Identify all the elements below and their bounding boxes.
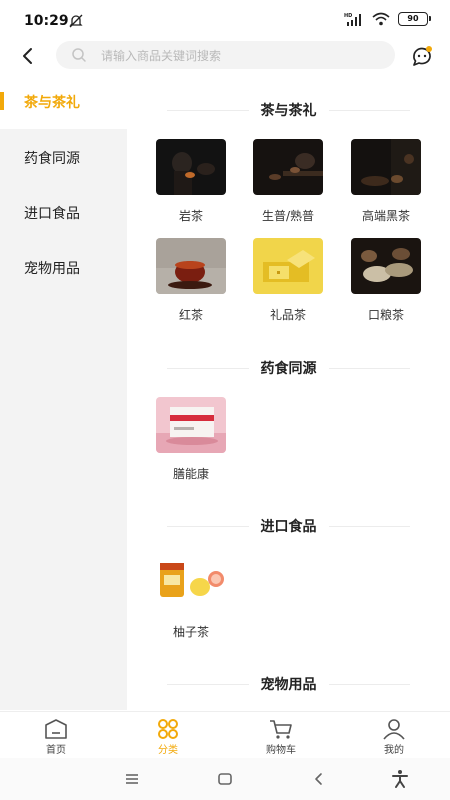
- section-title-herbal: 药食同源: [167, 356, 410, 380]
- battery-level: 90: [407, 14, 419, 23]
- category-item-label: 岩茶: [178, 209, 203, 223]
- section-title-text: 宠物用品: [260, 677, 317, 693]
- accessibility-icon[interactable]: [389, 768, 411, 790]
- home-icon: [45, 719, 67, 739]
- wifi-icon: [372, 12, 390, 26]
- cart-icon: [270, 720, 292, 739]
- category-item-label: 礼品茶: [269, 308, 306, 322]
- section-title-tea: 茶与茶礼: [167, 98, 410, 122]
- sidebar-item-pet[interactable]: 宠物用品: [0, 240, 127, 295]
- section-title-imported: 进口食品: [167, 514, 410, 538]
- status-bar: 10:29 HD 90: [0, 0, 450, 40]
- category-item-label: 红茶: [178, 308, 203, 322]
- category-item-gift-tea[interactable]: 礼品茶: [243, 238, 333, 328]
- sidebar-item-label: 茶与茶礼: [24, 94, 80, 111]
- sidebar-item-herbal[interactable]: 药食同源: [0, 130, 127, 185]
- menu-icon[interactable]: [121, 768, 143, 790]
- category-item-black-tea[interactable]: 红茶: [146, 238, 236, 328]
- nav-back-icon[interactable]: [308, 768, 330, 790]
- tab-label: 购物车: [266, 745, 296, 756]
- category-item-puer[interactable]: 生普/熟普: [243, 139, 333, 229]
- network-label: HD: [344, 13, 352, 19]
- sidebar-item-imported[interactable]: 进口食品: [0, 185, 127, 240]
- tab-label: 我的: [384, 745, 404, 756]
- category-item-rock-tea[interactable]: 岩茶: [146, 139, 236, 229]
- notification-off-icon: [69, 14, 83, 28]
- tab-label: 分类: [158, 745, 178, 756]
- category-item-label: 膳能康: [172, 467, 209, 481]
- tab-profile[interactable]: 我的: [354, 716, 434, 760]
- citron-tea-image: [156, 555, 226, 611]
- back-arrow-icon[interactable]: [14, 42, 42, 70]
- rock-tea-image: [156, 139, 226, 195]
- sidebar-item-label: 药食同源: [24, 150, 80, 167]
- category-item-label: 口粮茶: [367, 308, 404, 322]
- category-item-label: 高端黑茶: [361, 209, 410, 223]
- system-nav-bar: [0, 758, 450, 800]
- tab-category[interactable]: 分类: [128, 716, 208, 760]
- message-icon[interactable]: [410, 44, 434, 68]
- sidebar-item-label: 进口食品: [24, 205, 80, 222]
- category-item-shannengkang[interactable]: 膳能康: [146, 397, 236, 487]
- section-title-text: 进口食品: [260, 519, 317, 535]
- category-content: 茶与茶礼 岩茶 生普/熟普 高端黑茶 红茶 礼品茶 口粮茶 药食同源 膳能康 进…: [127, 74, 450, 710]
- signal-icon: HD: [344, 13, 361, 26]
- daily-tea-image: [351, 238, 421, 294]
- search-icon: [72, 48, 86, 62]
- category-item-label: 生普/熟普: [261, 209, 315, 223]
- bottom-tab-bar: 首页 分类 购物车 我的: [0, 711, 450, 758]
- search-input[interactable]: 请输入商品关键词搜索: [56, 41, 395, 69]
- category-item-dark-tea[interactable]: 高端黑茶: [341, 139, 431, 229]
- gift-tea-image: [253, 238, 323, 294]
- home-square-icon[interactable]: [214, 768, 236, 790]
- category-item-daily-tea[interactable]: 口粮茶: [341, 238, 431, 328]
- section-title-pet: 宠物用品: [167, 672, 410, 696]
- puer-tea-image: [253, 139, 323, 195]
- sidebar-item-tea[interactable]: 茶与茶礼: [0, 74, 127, 129]
- shannengkang-image: [156, 397, 226, 453]
- category-sidebar: 茶与茶礼 药食同源 进口食品 宠物用品: [0, 74, 127, 710]
- category-item-citron-tea[interactable]: 柚子茶: [146, 555, 236, 645]
- section-title-text: 茶与茶礼: [260, 103, 317, 119]
- sidebar-item-label: 宠物用品: [24, 260, 80, 277]
- category-item-label: 柚子茶: [172, 625, 209, 639]
- section-title-text: 药食同源: [260, 361, 317, 377]
- tab-home[interactable]: 首页: [16, 716, 96, 760]
- top-bar: 请输入商品关键词搜索: [0, 40, 450, 72]
- search-placeholder: 请输入商品关键词搜索: [101, 48, 222, 63]
- dark-tea-image: [351, 139, 421, 195]
- status-time: 10:29: [24, 13, 69, 29]
- tab-label: 首页: [46, 745, 66, 756]
- tab-cart[interactable]: 购物车: [241, 716, 321, 760]
- black-tea-image: [156, 238, 226, 294]
- category-icon: [158, 719, 178, 739]
- profile-icon: [383, 719, 405, 740]
- battery-icon: 90: [398, 12, 431, 26]
